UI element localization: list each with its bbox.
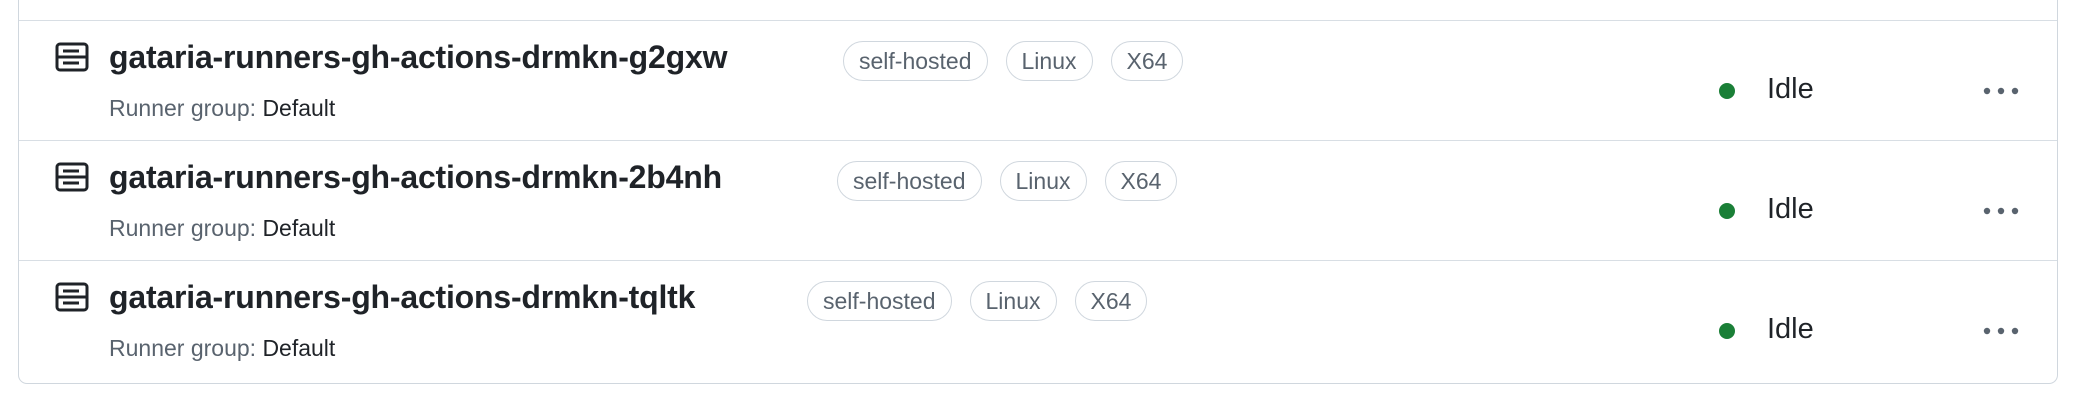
kebab-horizontal-icon[interactable]: [1975, 75, 2027, 107]
runner-group-value: Default: [262, 215, 336, 241]
kebab-horizontal-icon[interactable]: [1975, 315, 2027, 347]
runner-name-link[interactable]: gataria-runners-gh-actions-drmkn-tqltk: [109, 279, 695, 316]
status-dot-icon: [1719, 203, 1735, 219]
label-os[interactable]: Linux: [999, 161, 1087, 201]
runner-group-label: Runner group:: [109, 335, 257, 361]
runner-group-label: Runner group:: [109, 215, 257, 241]
runner-labels: self-hosted Linux X64: [843, 41, 1184, 81]
status-dot-icon: [1719, 83, 1735, 99]
status-dot-icon: [1719, 323, 1735, 339]
label-arch[interactable]: X64: [1074, 281, 1148, 321]
runner-status: Idle: [1767, 73, 1814, 105]
runner-group-label: Runner group:: [109, 95, 257, 121]
label-self-hosted[interactable]: self-hosted: [843, 41, 988, 81]
runner-labels: self-hosted Linux X64: [807, 281, 1148, 321]
runner-row: gataria-runners-gh-actions-drmkn-2b4nh s…: [19, 140, 2057, 260]
runner-name-link[interactable]: gataria-runners-gh-actions-drmkn-2b4nh: [109, 159, 722, 196]
runner-group: Runner group: Default: [109, 335, 335, 362]
runner-group-value: Default: [262, 95, 336, 121]
runner-group-value: Default: [262, 335, 336, 361]
label-arch[interactable]: X64: [1104, 161, 1178, 201]
runner-name-link[interactable]: gataria-runners-gh-actions-drmkn-g2gxw: [109, 39, 727, 76]
label-self-hosted[interactable]: self-hosted: [837, 161, 982, 201]
server-icon: [55, 282, 89, 312]
kebab-horizontal-icon[interactable]: [1975, 195, 2027, 227]
label-arch[interactable]: X64: [1110, 41, 1184, 81]
label-os[interactable]: Linux: [1005, 41, 1093, 81]
server-icon: [55, 42, 89, 72]
runner-group: Runner group: Default: [109, 215, 335, 242]
runner-group: Runner group: Default: [109, 95, 335, 122]
runner-status: Idle: [1767, 193, 1814, 225]
runners-list: gataria-runners-gh-actions-drmkn-g2gxw s…: [18, 0, 2058, 384]
runner-status: Idle: [1767, 313, 1814, 345]
runner-row: gataria-runners-gh-actions-drmkn-g2gxw s…: [19, 20, 2057, 140]
label-self-hosted[interactable]: self-hosted: [807, 281, 952, 321]
runner-row: gataria-runners-gh-actions-drmkn-tqltk s…: [19, 260, 2057, 380]
server-icon: [55, 162, 89, 192]
label-os[interactable]: Linux: [969, 281, 1057, 321]
runner-labels: self-hosted Linux X64: [837, 161, 1178, 201]
